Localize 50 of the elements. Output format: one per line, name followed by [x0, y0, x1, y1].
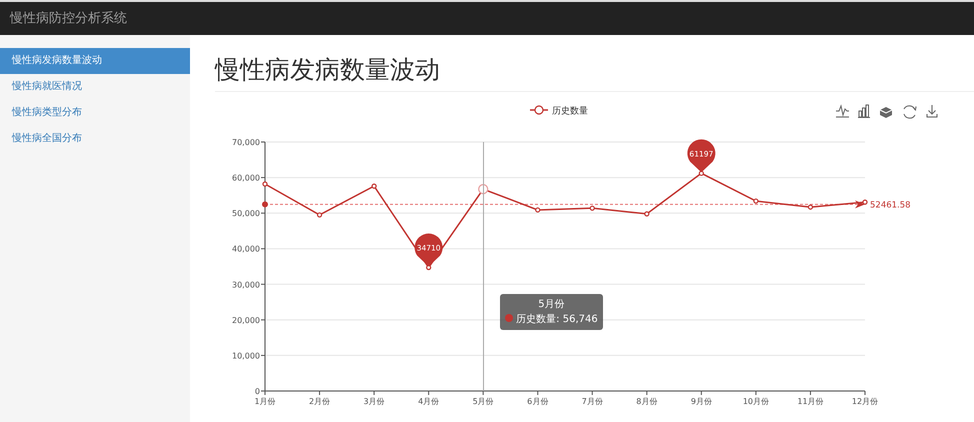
x-axis-label: 4月份 [418, 397, 440, 406]
x-axis-label: 6月份 [527, 397, 548, 406]
data-point[interactable] [808, 204, 814, 210]
data-point[interactable] [698, 170, 704, 176]
app-title: 慢性病防控分析系统 [10, 10, 127, 28]
marker-pin [414, 234, 443, 267]
data-point[interactable] [371, 184, 377, 189]
x-axis-label: 1月份 [254, 397, 276, 406]
sidebar-item[interactable]: 慢性病类型分布 [0, 100, 190, 126]
x-axis-label: 3月份 [364, 397, 385, 406]
data-point[interactable] [753, 198, 758, 204]
refresh-icon[interactable] [904, 105, 916, 119]
y-axis-label: 30,000 [232, 280, 260, 290]
y-axis-label: 50,000 [232, 209, 260, 218]
data-point[interactable] [644, 211, 650, 216]
x-axis-label: 10月份 [742, 397, 769, 406]
data-point[interactable] [590, 206, 595, 211]
data-point[interactable] [862, 200, 868, 205]
data-point[interactable] [316, 212, 322, 218]
x-axis-label: 2月份 [309, 397, 330, 406]
sidebar-item[interactable]: 慢性病全国分布 [0, 126, 190, 152]
sidebar-item[interactable]: 慢性病发病数量波动 [0, 48, 190, 74]
y-axis-label: 60,000 [232, 174, 260, 183]
x-axis-label: 8月份 [636, 397, 658, 406]
page-title: 慢性病发病数量波动 [215, 55, 974, 92]
y-axis-label: 70,000 [232, 138, 260, 147]
average-start-dot [262, 201, 268, 208]
x-axis-label: 11月份 [797, 397, 824, 406]
average-value-label: 52461.58 [870, 200, 911, 210]
download-icon[interactable] [926, 104, 938, 118]
y-axis-label: 20,000 [232, 316, 260, 325]
y-axis-label: 0 [254, 387, 260, 396]
x-axis-label: 5月份 [472, 397, 494, 406]
line-chart-icon[interactable] [836, 104, 850, 118]
marker-pin [687, 139, 716, 172]
data-point[interactable] [535, 207, 540, 213]
legend-label[interactable]: 历史数量 [552, 106, 588, 116]
bar-chart-icon[interactable] [858, 104, 870, 118]
x-axis-label: 7月份 [582, 397, 603, 406]
data-point[interactable] [426, 264, 432, 270]
tooltip-text: 历史数量: 56,746 [516, 314, 598, 325]
tooltip-title: 5月份 [537, 298, 566, 312]
y-axis-label: 40,000 [232, 244, 260, 254]
sidebar-item[interactable]: 慢性病就医情况 [0, 74, 190, 100]
data-point[interactable] [262, 181, 268, 187]
stack-icon[interactable] [880, 107, 892, 118]
y-axis-label: 10,000 [232, 351, 260, 360]
x-axis-label: 9月份 [690, 397, 712, 406]
x-axis-label: 12月份 [852, 397, 878, 406]
legend-marker-icon[interactable] [530, 105, 548, 115]
